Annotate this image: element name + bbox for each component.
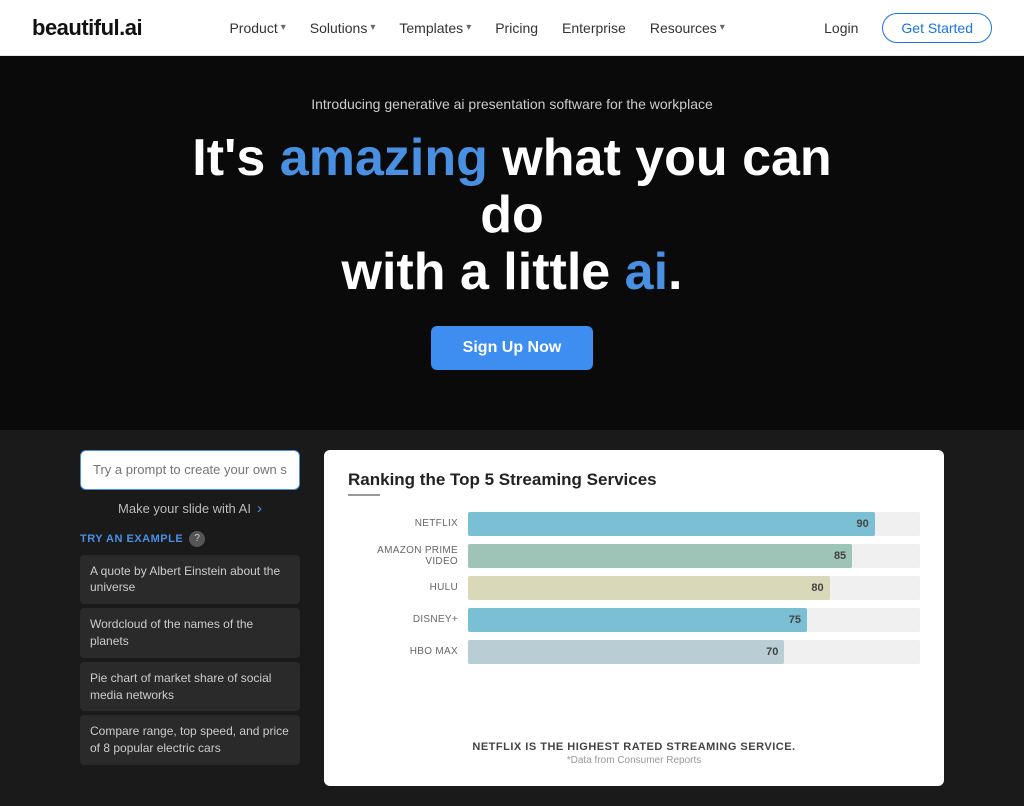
nav-link-templates[interactable]: Templates▾: [389, 14, 481, 42]
nav-link-pricing[interactable]: Pricing: [485, 14, 548, 42]
chevron-down-icon: ▾: [466, 22, 471, 33]
try-example-header: TRY AN EXAMPLE ?: [80, 531, 300, 547]
bar-fill-2: 80: [468, 576, 830, 600]
chevron-down-icon: ▾: [281, 22, 286, 33]
hero-title-highlight2: ai: [625, 243, 668, 301]
login-button[interactable]: Login: [812, 14, 870, 42]
hero-title: It's amazing what you can do with a litt…: [162, 130, 862, 302]
nav-actions: Login Get Started: [812, 13, 992, 43]
chart-footer: NETFLIX IS THE HIGHEST RATED STREAMING S…: [348, 741, 920, 766]
chart-title: Ranking the Top 5 Streaming Services: [348, 470, 920, 490]
chevron-down-icon: ▾: [370, 22, 375, 33]
bar-label-4: HBO MAX: [348, 646, 458, 657]
bar-track-4: 70: [468, 640, 920, 664]
bar-track-2: 80: [468, 576, 920, 600]
bar-label-2: HULU: [348, 582, 458, 593]
help-icon[interactable]: ?: [189, 531, 205, 547]
chart-footer-sub: *Data from Consumer Reports: [348, 755, 920, 766]
logo[interactable]: beautiful.ai: [32, 15, 142, 41]
nav-links: Product▾Solutions▾Templates▾PricingEnter…: [219, 14, 734, 42]
make-slide-label: Make your slide with AI: [118, 501, 251, 516]
bar-fill-1: 85: [468, 544, 852, 568]
example-list: A quote by Albert Einstein about the uni…: [80, 555, 300, 765]
bar-label-1: AMAZON PRIME VIDEO: [348, 545, 458, 567]
bar-track-0: 90: [468, 512, 920, 536]
get-started-button[interactable]: Get Started: [882, 13, 992, 43]
try-example-label: TRY AN EXAMPLE: [80, 533, 183, 545]
logo-text: beautiful.ai: [32, 15, 142, 40]
example-item-1[interactable]: Wordcloud of the names of the planets: [80, 608, 300, 658]
example-item-0[interactable]: A quote by Albert Einstein about the uni…: [80, 555, 300, 605]
content-area: Make your slide with AI › TRY AN EXAMPLE…: [0, 430, 1024, 806]
nav-link-resources[interactable]: Resources▾: [640, 14, 735, 42]
nav-link-enterprise[interactable]: Enterprise: [552, 14, 636, 42]
navbar: beautiful.ai Product▾Solutions▾Templates…: [0, 0, 1024, 56]
signup-button[interactable]: Sign Up Now: [431, 326, 594, 370]
prompt-input[interactable]: [93, 462, 287, 477]
bar-value-4: 70: [766, 646, 778, 658]
left-panel: Make your slide with AI › TRY AN EXAMPLE…: [80, 450, 300, 786]
nav-link-solutions[interactable]: Solutions▾: [300, 14, 386, 42]
bar-fill-3: 75: [468, 608, 807, 632]
bar-row-1: AMAZON PRIME VIDEO 85: [348, 544, 920, 568]
example-item-2[interactable]: Pie chart of market share of social medi…: [80, 662, 300, 712]
hero-title-prefix: It's: [192, 129, 280, 187]
hero-title-highlight1: amazing: [280, 129, 488, 187]
bar-label-0: NETFLIX: [348, 518, 458, 529]
bar-fill-4: 70: [468, 640, 784, 664]
nav-link-product[interactable]: Product▾: [219, 14, 295, 42]
hero-title-line2-prefix: with a little: [342, 243, 625, 301]
example-item-3[interactable]: Compare range, top speed, and price of 8…: [80, 715, 300, 764]
chart-area: NETFLIX 90 AMAZON PRIME VIDEO 85 HULU 80 DISNE…: [348, 512, 920, 729]
bar-track-3: 75: [468, 608, 920, 632]
bar-label-3: DISNEY+: [348, 614, 458, 625]
hero-title-middle: what you can do: [480, 129, 831, 244]
hero-subtitle: Introducing generative ai presentation s…: [311, 96, 713, 112]
hero-section: Introducing generative ai presentation s…: [0, 56, 1024, 430]
bar-value-3: 75: [789, 614, 801, 626]
chart-footer-main: NETFLIX IS THE HIGHEST RATED STREAMING S…: [348, 741, 920, 753]
bar-row-0: NETFLIX 90: [348, 512, 920, 536]
bar-row-2: HULU 80: [348, 576, 920, 600]
prompt-input-wrapper[interactable]: [80, 450, 300, 490]
bar-row-3: DISNEY+ 75: [348, 608, 920, 632]
chart-panel: Ranking the Top 5 Streaming Services NET…: [324, 450, 944, 786]
make-slide-row: Make your slide with AI ›: [80, 500, 300, 517]
bar-row-4: HBO MAX 70: [348, 640, 920, 664]
bar-value-0: 90: [857, 518, 869, 530]
chart-divider: [348, 494, 380, 496]
arrow-right-icon: ›: [257, 500, 262, 517]
bar-value-1: 85: [834, 550, 846, 562]
bar-fill-0: 90: [468, 512, 875, 536]
bar-track-1: 85: [468, 544, 920, 568]
hero-title-end: .: [668, 243, 682, 301]
chevron-down-icon: ▾: [720, 22, 725, 33]
